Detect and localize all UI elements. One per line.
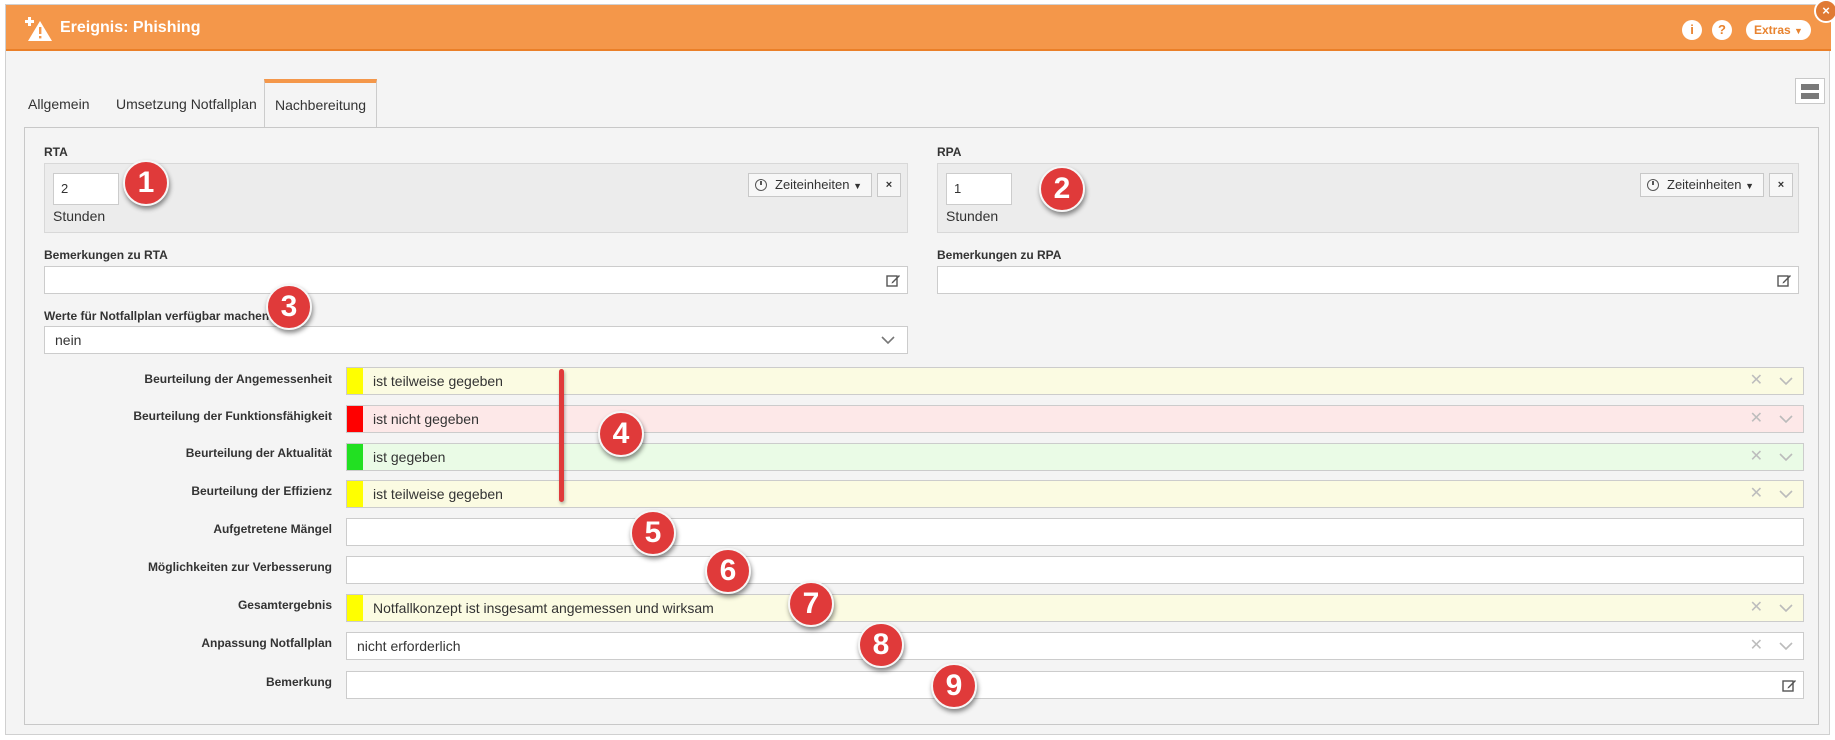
bemerkung-input[interactable] xyxy=(346,671,1804,699)
edit-icon[interactable] xyxy=(1777,273,1792,288)
gesamtergebnis-value: Notfallkonzept ist insgesamt angemessen … xyxy=(373,600,714,616)
layout-bar-icon xyxy=(1801,84,1819,90)
aktualitaet-label: Beurteilung der Aktualität xyxy=(185,446,332,460)
chevron-down-icon[interactable] xyxy=(1779,603,1793,613)
angemessenheit-value: ist teilweise gegeben xyxy=(373,373,503,389)
callout-badge-1: 1 xyxy=(123,160,169,206)
edit-icon[interactable] xyxy=(1782,678,1797,693)
rpa-value-input[interactable]: 1 xyxy=(946,173,1012,205)
rpa-remove-button[interactable]: × xyxy=(1769,173,1793,197)
callout-badge-3: 3 xyxy=(266,284,312,330)
angemessenheit-select[interactable]: ist teilweise gegeben ✕ xyxy=(346,367,1804,395)
rpa-zeiteinheiten-button[interactable]: Zeiteinheiten ▼ xyxy=(1640,173,1764,197)
layout-toggle-button[interactable] xyxy=(1795,78,1825,104)
status-swatch xyxy=(347,444,363,470)
status-swatch xyxy=(347,481,363,507)
gesamtergebnis-select[interactable]: Notfallkonzept ist insgesamt angemessen … xyxy=(346,594,1804,622)
layout-bar-icon xyxy=(1801,93,1819,99)
chevron-down-icon[interactable] xyxy=(1779,641,1793,651)
angemessenheit-label: Beurteilung der Angemessenheit xyxy=(144,372,332,386)
clear-icon[interactable]: ✕ xyxy=(1750,633,1763,659)
callout-badge-7: 7 xyxy=(788,581,834,627)
status-swatch xyxy=(347,406,363,432)
funktionsfaehigkeit-value: ist nicht gegeben xyxy=(373,411,479,427)
funktionsfaehigkeit-label: Beurteilung der Funktionsfähigkeit xyxy=(133,409,332,423)
maengel-label: Aufgetretene Mängel xyxy=(213,522,332,536)
funktionsfaehigkeit-select[interactable]: ist nicht gegeben ✕ xyxy=(346,405,1804,433)
clear-icon[interactable]: ✕ xyxy=(1750,368,1763,394)
clock-icon xyxy=(755,179,767,191)
callout-badge-4: 4 xyxy=(598,411,644,457)
aktualitaet-select[interactable]: ist gegeben ✕ xyxy=(346,443,1804,471)
chevron-down-icon[interactable] xyxy=(1779,376,1793,386)
clear-icon[interactable]: ✕ xyxy=(1750,595,1763,621)
zeiteinheiten-label: Zeiteinheiten xyxy=(1667,177,1742,192)
rpa-remarks-label: Bemerkungen zu RPA xyxy=(937,248,1062,262)
extras-menu-button[interactable]: Extras ▼ xyxy=(1746,20,1811,40)
event-dialog: Ereignis: Phishing i ? Extras ▼ × Allgem… xyxy=(5,0,1835,735)
chevron-down-icon[interactable] xyxy=(1779,414,1793,424)
maengel-input[interactable] xyxy=(346,518,1804,546)
verbesserung-input[interactable] xyxy=(346,556,1804,584)
callout-badge-5: 5 xyxy=(630,510,676,556)
zeiteinheiten-label: Zeiteinheiten xyxy=(775,177,850,192)
chevron-down-icon xyxy=(881,336,895,345)
rpa-label: RPA xyxy=(937,145,962,159)
effizienz-select[interactable]: ist teilweise gegeben ✕ xyxy=(346,480,1804,508)
caret-down-icon: ▼ xyxy=(1794,26,1803,36)
callout-badge-8: 8 xyxy=(858,622,904,668)
extras-label: Extras xyxy=(1754,23,1791,37)
caret-down-icon: ▼ xyxy=(1745,181,1754,191)
callout-bracket-line xyxy=(559,369,564,502)
rta-zeiteinheiten-button[interactable]: Zeiteinheiten ▼ xyxy=(748,173,872,197)
status-swatch xyxy=(347,368,363,394)
info-icon[interactable]: i xyxy=(1682,20,1702,40)
bemerkung-label: Bemerkung xyxy=(265,675,332,689)
effizienz-label: Beurteilung der Effizienz xyxy=(191,484,332,498)
verbesserung-label: Möglichkeiten zur Verbesserung xyxy=(147,560,332,574)
rpa-remarks-input[interactable] xyxy=(937,266,1799,294)
caret-down-icon: ▼ xyxy=(853,181,862,191)
clear-icon[interactable]: ✕ xyxy=(1750,444,1763,470)
help-icon[interactable]: ? xyxy=(1712,20,1732,40)
clock-icon xyxy=(1647,179,1659,191)
gesamtergebnis-label: Gesamtergebnis xyxy=(237,598,332,612)
anpassung-label: Anpassung Notfallplan xyxy=(201,636,332,650)
anpassung-value: nicht erforderlich xyxy=(357,638,461,654)
aktualitaet-value: ist gegeben xyxy=(373,449,446,465)
callout-badge-2: 2 xyxy=(1039,166,1085,212)
chevron-down-icon[interactable] xyxy=(1779,489,1793,499)
effizienz-value: ist teilweise gegeben xyxy=(373,486,503,502)
rpa-unit: Stunden xyxy=(946,208,999,224)
close-icon[interactable]: × xyxy=(1814,0,1835,23)
edit-icon[interactable] xyxy=(886,273,901,288)
callout-badge-9: 9 xyxy=(931,663,977,709)
chevron-down-icon[interactable] xyxy=(1779,452,1793,462)
clear-icon[interactable]: ✕ xyxy=(1750,481,1763,507)
clear-icon[interactable]: ✕ xyxy=(1750,406,1763,432)
rta-remove-button[interactable]: × xyxy=(877,173,901,197)
row-labels: Beurteilung der Angemessenheit Beurteilu… xyxy=(6,5,332,740)
anpassung-select[interactable]: nicht erforderlich ✕ xyxy=(346,632,1804,660)
status-swatch xyxy=(347,595,363,621)
callout-badge-6: 6 xyxy=(705,548,751,594)
